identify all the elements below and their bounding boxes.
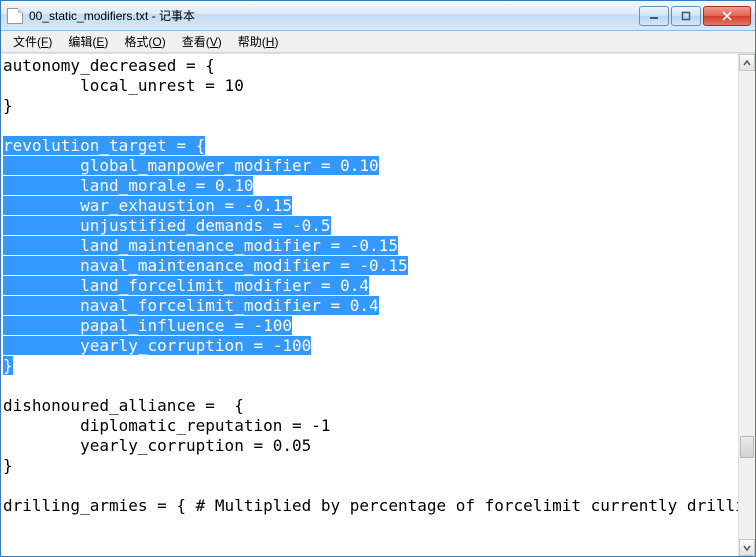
minimize-button[interactable] [639, 6, 669, 26]
menu-view[interactable]: 查看(V) [174, 31, 230, 52]
editor-line[interactable]: unjustified_demands = -0.5 [3, 216, 738, 236]
editor-line[interactable]: } [3, 356, 738, 376]
content-area: autonomy_decreased = { local_unrest = 10… [1, 53, 755, 556]
close-icon [721, 11, 733, 21]
editor-line[interactable]: land_morale = 0.10 [3, 176, 738, 196]
editor-line[interactable] [3, 376, 738, 396]
minimize-icon [649, 11, 659, 21]
menubar: 文件(F) 编辑(E) 格式(O) 查看(V) 帮助(H) [1, 31, 755, 53]
chevron-down-icon [743, 544, 751, 552]
window-title: 00_static_modifiers.txt - 记事本 [29, 7, 195, 24]
editor-line[interactable]: naval_maintenance_modifier = -0.15 [3, 256, 738, 276]
editor-line[interactable]: drilling_armies = { # Multiplied by perc… [3, 496, 738, 516]
menu-file[interactable]: 文件(F) [5, 31, 60, 52]
notepad-window: 00_static_modifiers.txt - 记事本 文件(F) 编辑(E… [0, 0, 756, 557]
editor-line[interactable]: naval_forcelimit_modifier = 0.4 [3, 296, 738, 316]
editor-line[interactable] [3, 476, 738, 496]
scrollbar-thumb[interactable] [740, 436, 754, 458]
editor-line[interactable]: autonomy_decreased = { [3, 56, 738, 76]
editor-line[interactable]: land_maintenance_modifier = -0.15 [3, 236, 738, 256]
editor-line[interactable]: } [3, 96, 738, 116]
text-editor[interactable]: autonomy_decreased = { local_unrest = 10… [1, 54, 738, 556]
editor-line[interactable]: dishonoured_alliance = { [3, 396, 738, 416]
titlebar[interactable]: 00_static_modifiers.txt - 记事本 [1, 1, 755, 31]
menu-help[interactable]: 帮助(H) [230, 31, 287, 52]
scroll-down-button[interactable] [739, 539, 755, 556]
scroll-up-button[interactable] [739, 54, 755, 71]
editor-line[interactable]: local_unrest = 10 [3, 76, 738, 96]
editor-line[interactable]: papal_influence = -100 [3, 316, 738, 336]
editor-line[interactable] [3, 116, 738, 136]
vertical-scrollbar[interactable] [738, 54, 755, 556]
close-button[interactable] [703, 6, 751, 26]
window-controls [639, 6, 751, 26]
scrollbar-track[interactable] [739, 71, 755, 539]
editor-line[interactable]: revolution_target = { [3, 136, 738, 156]
editor-line[interactable]: } [3, 456, 738, 476]
editor-line[interactable]: yearly_corruption = -100 [3, 336, 738, 356]
notepad-file-icon [7, 8, 23, 24]
editor-line[interactable]: diplomatic_reputation = -1 [3, 416, 738, 436]
chevron-up-icon [743, 59, 751, 67]
editor-line[interactable]: yearly_corruption = 0.05 [3, 436, 738, 456]
menu-format[interactable]: 格式(O) [116, 31, 173, 52]
editor-line[interactable]: war_exhaustion = -0.15 [3, 196, 738, 216]
maximize-icon [681, 11, 691, 21]
editor-line[interactable]: global_manpower_modifier = 0.10 [3, 156, 738, 176]
menu-edit[interactable]: 编辑(E) [60, 31, 116, 52]
editor-line[interactable]: land_forcelimit_modifier = 0.4 [3, 276, 738, 296]
maximize-button[interactable] [671, 6, 701, 26]
